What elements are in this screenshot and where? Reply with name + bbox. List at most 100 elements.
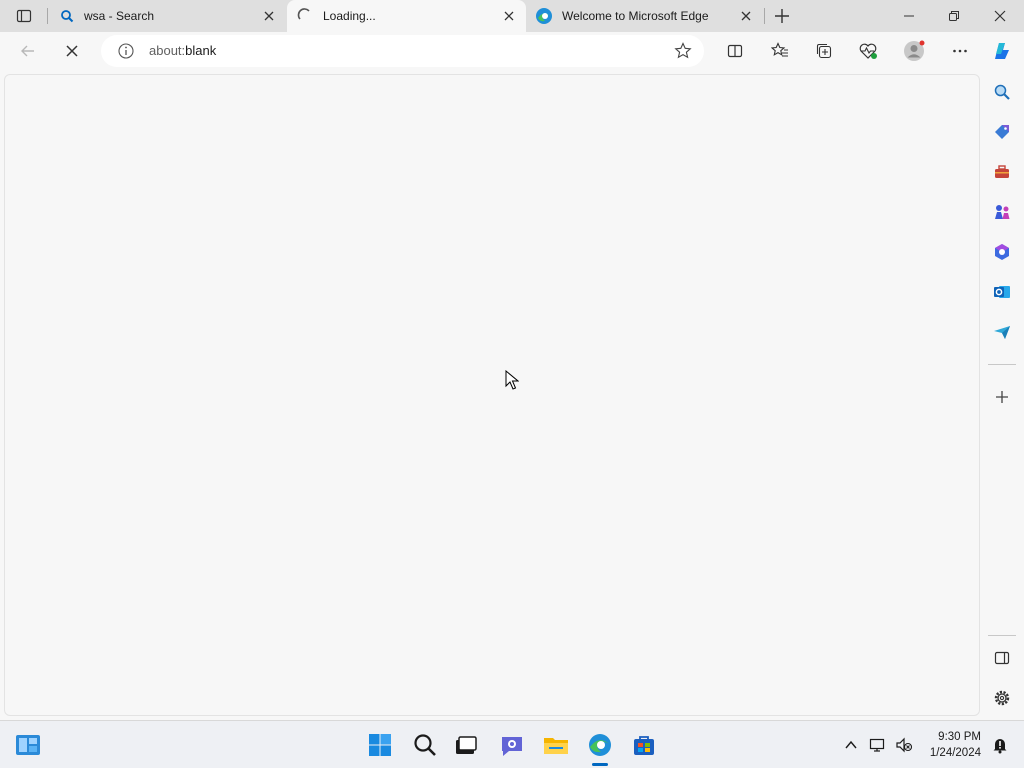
- sidebar-tools-button[interactable]: [990, 160, 1014, 184]
- search-icon: [414, 734, 436, 756]
- settings-more-button[interactable]: [946, 37, 974, 65]
- avatar-icon: [904, 40, 925, 61]
- profile-button[interactable]: [900, 37, 928, 65]
- close-window-button[interactable]: [986, 2, 1014, 30]
- sidebar-shopping-button[interactable]: [990, 120, 1014, 144]
- clock-date: 1/24/2024: [929, 747, 981, 759]
- network-monitor-icon: [869, 738, 885, 752]
- sidebar-microsoft365-button[interactable]: [990, 240, 1014, 264]
- loading-spinner-icon: [297, 8, 310, 20]
- search-icon: [994, 84, 1010, 100]
- stop-loading-button[interactable]: [58, 37, 86, 65]
- file-explorer-button[interactable]: [540, 729, 572, 761]
- gear-icon: [994, 690, 1010, 706]
- restore-button[interactable]: [940, 2, 968, 30]
- favorites-icon: [771, 42, 788, 57]
- mouse-cursor-icon: [505, 370, 519, 390]
- plus-icon: [996, 391, 1008, 403]
- tab-welcome-edge[interactable]: Welcome to Microsoft Edge: [527, 0, 763, 32]
- widgets-button[interactable]: [12, 729, 44, 761]
- minimize-button[interactable]: [895, 2, 923, 30]
- tab-loading[interactable]: Loading...: [287, 0, 526, 32]
- chess-piece-icon: [995, 205, 1010, 219]
- notifications-button[interactable]: [984, 729, 1016, 761]
- toolbox-icon: [995, 165, 1009, 178]
- back-button[interactable]: [14, 37, 42, 65]
- tab-strip: wsa - Search Loading... Welcome to Micro…: [0, 0, 1024, 32]
- notification-bell-icon: [993, 739, 1007, 754]
- volume-button[interactable]: [888, 729, 920, 761]
- favorites-button[interactable]: [766, 37, 794, 65]
- panel-icon: [994, 651, 1010, 665]
- close-tab-icon[interactable]: [262, 9, 276, 23]
- shopping-tag-icon: [995, 125, 1009, 139]
- edge-sidebar: [982, 70, 1024, 720]
- minimize-icon: [904, 15, 914, 17]
- tab-actions-icon: [16, 9, 32, 23]
- clock-time: 9:30 PM: [938, 731, 981, 743]
- microsoft-store-button[interactable]: [628, 729, 660, 761]
- windows-logo-icon: [369, 734, 391, 756]
- address-bar[interactable]: about:blank: [101, 35, 704, 67]
- tab-title: Loading...: [323, 9, 376, 23]
- close-icon: [994, 10, 1006, 22]
- plus-icon: [775, 9, 789, 23]
- outlook-icon: [994, 286, 1010, 298]
- task-view-icon: [456, 736, 477, 754]
- search-icon: [61, 10, 74, 23]
- tab-separator: [764, 8, 765, 24]
- sidebar-hide-button[interactable]: [990, 646, 1014, 670]
- tab-actions-button[interactable]: [10, 2, 38, 30]
- send-paper-plane-icon: [994, 326, 1010, 339]
- url-scheme: about:: [149, 43, 186, 58]
- edge-taskbar-button[interactable]: [584, 729, 616, 761]
- sidebar-drop-button[interactable]: [990, 320, 1014, 344]
- site-info-icon[interactable]: [118, 43, 134, 59]
- heart-pulse-icon: [859, 43, 877, 59]
- sidebar-settings-button[interactable]: [990, 686, 1014, 710]
- favorite-star-icon[interactable]: [674, 42, 692, 60]
- taskbar-search-button[interactable]: [409, 729, 441, 761]
- chat-icon: [502, 737, 522, 756]
- page-content[interactable]: [4, 74, 980, 716]
- close-tab-icon[interactable]: [739, 9, 753, 23]
- microsoft365-icon: [995, 244, 1009, 260]
- restore-icon: [949, 11, 959, 21]
- task-view-button[interactable]: [450, 729, 482, 761]
- folder-icon: [544, 738, 568, 754]
- sidebar-divider: [988, 635, 1016, 636]
- tab-title: wsa - Search: [84, 9, 155, 23]
- sidebar-outlook-button[interactable]: [990, 280, 1014, 304]
- sidebar-divider: [988, 364, 1016, 365]
- browser-essentials-button[interactable]: [854, 37, 882, 65]
- close-tab-icon[interactable]: [502, 9, 516, 23]
- tab-separator: [47, 8, 48, 24]
- url-host: blank: [185, 43, 217, 58]
- copilot-button[interactable]: [988, 37, 1016, 65]
- edge-icon: [536, 8, 552, 24]
- stop-icon: [66, 45, 78, 57]
- taskbar: 9:30 PM 1/24/2024: [0, 720, 1024, 768]
- more-horizontal-icon: [953, 49, 967, 53]
- sidebar-games-button[interactable]: [990, 200, 1014, 224]
- chevron-up-icon: [845, 740, 857, 749]
- volume-muted-icon: [896, 737, 913, 753]
- collections-icon: [816, 43, 832, 59]
- copilot-icon: [995, 43, 1009, 59]
- tab-wsa-search[interactable]: wsa - Search: [50, 0, 286, 32]
- active-app-indicator: [592, 763, 608, 766]
- edge-icon: [589, 734, 611, 756]
- widgets-icon: [16, 735, 40, 755]
- new-tab-button[interactable]: [768, 2, 796, 30]
- start-button[interactable]: [364, 729, 396, 761]
- chat-button[interactable]: [496, 729, 528, 761]
- sidebar-customize-button[interactable]: [990, 385, 1014, 409]
- url-text[interactable]: about:blank: [149, 43, 216, 58]
- store-icon: [634, 736, 654, 755]
- system-clock[interactable]: 9:30 PM 1/24/2024: [930, 729, 981, 761]
- split-screen-button[interactable]: [721, 37, 749, 65]
- collections-button[interactable]: [810, 37, 838, 65]
- tab-title: Welcome to Microsoft Edge: [562, 9, 709, 23]
- sidebar-search-button[interactable]: [990, 80, 1014, 104]
- split-screen-icon: [727, 44, 743, 58]
